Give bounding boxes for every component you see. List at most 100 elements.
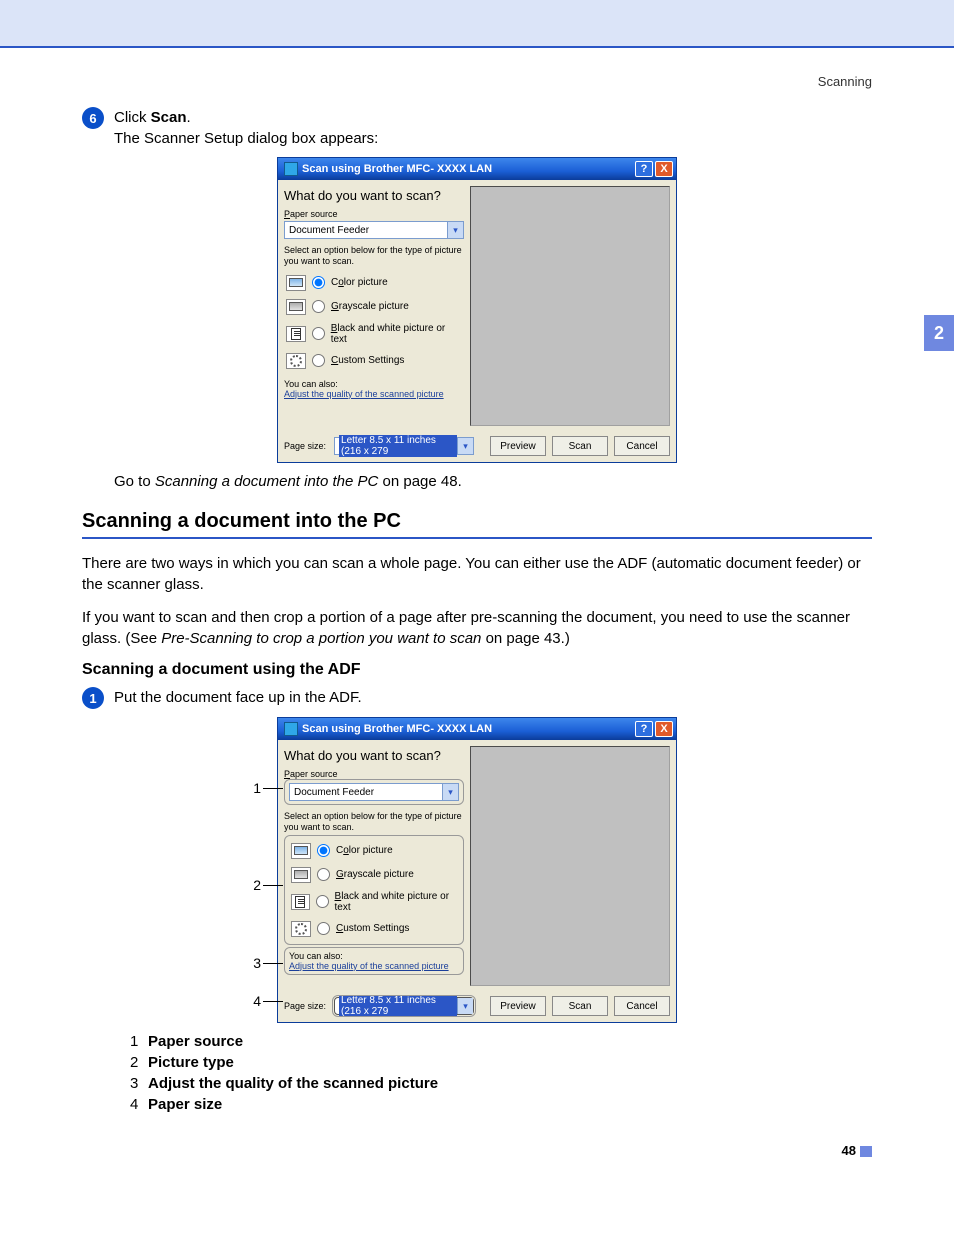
opt-color-label: Color picture — [336, 845, 393, 856]
option-custom[interactable]: Custom Settings — [284, 349, 464, 373]
custom-settings-icon — [286, 353, 306, 369]
scan-button[interactable]: Scan — [552, 996, 608, 1016]
para2-c: on page 43.) — [481, 630, 569, 647]
opt-bw-label: Black and white picture or text — [331, 323, 462, 345]
radio-grayscale[interactable] — [317, 868, 330, 881]
help-button[interactable]: ? — [635, 161, 653, 177]
para-2: If you want to scan and then crop a port… — [82, 607, 872, 649]
opt-color-label: Color picture — [331, 277, 388, 288]
step6-text-a: Click — [114, 109, 151, 126]
paper-source-dropdown[interactable]: Document Feeder ▾ — [289, 783, 459, 801]
page-footer: 48 — [0, 1117, 954, 1188]
option-custom[interactable]: Custom Settings — [289, 917, 459, 941]
page-banner — [0, 0, 954, 48]
step-number-1: 1 — [82, 687, 104, 709]
adjust-quality-link[interactable]: Adjust the quality of the scanned pictur… — [284, 389, 464, 399]
close-button[interactable]: X — [655, 161, 673, 177]
callout-1: 1 — [249, 780, 261, 796]
page-size-value: Letter 8.5 x 11 inches (216 x 279 — [339, 435, 457, 457]
section-heading: Scanning a document into the PC — [82, 510, 872, 539]
radio-color[interactable] — [317, 844, 330, 857]
grayscale-picture-icon — [286, 299, 306, 315]
chevron-down-icon: ▾ — [457, 998, 473, 1014]
page-size-label: Page size: — [284, 441, 326, 451]
paper-source-dropdown[interactable]: Document Feeder ▾ — [284, 221, 464, 239]
chapter-tab: 2 — [924, 315, 954, 351]
para-1: There are two ways in which you can scan… — [82, 553, 872, 595]
opt-gray-label: Grayscale picture — [336, 869, 414, 880]
radio-custom[interactable] — [312, 354, 325, 367]
option-grayscale[interactable]: Grayscale picture — [289, 863, 459, 887]
chevron-down-icon: ▾ — [457, 438, 473, 454]
legend-list: 1Paper source 2Picture type 3Adjust the … — [130, 1033, 872, 1113]
opt-gray-label: Grayscale picture — [331, 301, 409, 312]
bw-picture-icon — [291, 894, 310, 910]
subheading-adf: Scanning a document using the ADF — [82, 661, 872, 679]
dialog-heading: What do you want to scan? — [284, 748, 464, 763]
radio-bw[interactable] — [312, 327, 325, 340]
scan-dialog-annotated: Scan using Brother MFC- XXXX LAN ? X Wha… — [277, 717, 677, 1023]
opt-bw-label: Black and white picture or text — [335, 891, 457, 913]
preview-area — [470, 186, 670, 426]
goto-c: on page 48. — [378, 473, 461, 490]
picture-type-callout-box: Color picture Grayscale picture Black an — [284, 835, 464, 945]
cancel-button[interactable]: Cancel — [614, 996, 670, 1016]
adjust-callout-box: You can also: Adjust the quality of the … — [284, 947, 464, 975]
bw-picture-icon — [286, 326, 306, 342]
option-color[interactable]: Color picture — [289, 839, 459, 863]
preview-button[interactable]: Preview — [490, 996, 546, 1016]
you-can-also: You can also: — [284, 379, 464, 389]
dialog-titlebar: Scan using Brother MFC- XXXX LAN ? X — [278, 158, 676, 180]
cancel-button[interactable]: Cancel — [614, 436, 670, 456]
running-header: Scanning — [0, 48, 954, 89]
legend-item-1: 1Paper source — [130, 1033, 872, 1050]
option-hint: Select an option below for the type of p… — [284, 811, 464, 833]
paper-source-callout-box: Document Feeder ▾ — [284, 779, 464, 805]
option-hint: Select an option below for the type of p… — [284, 245, 464, 267]
paper-source-value: Document Feeder — [289, 225, 447, 236]
page-size-dropdown[interactable]: Letter 8.5 x 11 inches (216 x 279 ▾ — [334, 437, 474, 455]
scan-button[interactable]: Scan — [552, 436, 608, 456]
page-number: 48 — [842, 1143, 856, 1158]
page-size-label: Page size: — [284, 1001, 326, 1011]
paper-source-value: Document Feeder — [294, 787, 442, 798]
page-size-dropdown[interactable]: Letter 8.5 x 11 inches (216 x 279 ▾ — [334, 997, 474, 1015]
dialog-titlebar: Scan using Brother MFC- XXXX LAN ? X — [278, 718, 676, 740]
step-1: 1 Put the document face up in the ADF. — [82, 687, 872, 709]
goto-a: Go to — [114, 473, 155, 490]
app-icon — [284, 722, 298, 736]
preview-button[interactable]: Preview — [490, 436, 546, 456]
help-button[interactable]: ? — [635, 721, 653, 737]
option-bw[interactable]: Black and white picture or text — [284, 319, 464, 349]
radio-color[interactable] — [312, 276, 325, 289]
close-button[interactable]: X — [655, 721, 673, 737]
option-color[interactable]: Color picture — [284, 271, 464, 295]
dialog-title: Scan using Brother MFC- XXXX LAN — [302, 723, 633, 735]
color-picture-icon — [291, 843, 311, 859]
paper-source-label: Paper source — [284, 209, 464, 219]
radio-custom[interactable] — [317, 922, 330, 935]
option-grayscale[interactable]: Grayscale picture — [284, 295, 464, 319]
step6-text-c: . — [187, 109, 191, 126]
goto-b: Scanning a document into the PC — [155, 473, 378, 490]
chevron-down-icon: ▾ — [442, 784, 458, 800]
step-number-6: 6 — [82, 107, 104, 129]
step6-line2: The Scanner Setup dialog box appears: — [114, 130, 378, 147]
opt-custom-label: Custom Settings — [336, 923, 409, 934]
radio-grayscale[interactable] — [312, 300, 325, 313]
radio-bw[interactable] — [316, 895, 329, 908]
dialog-title: Scan using Brother MFC- XXXX LAN — [302, 163, 633, 175]
step1-text: Put the document face up in the ADF. — [114, 687, 362, 709]
color-picture-icon — [286, 275, 306, 291]
paper-source-label: Paper source — [284, 769, 464, 779]
step6-scan-word: Scan — [151, 109, 187, 126]
option-bw[interactable]: Black and white picture or text — [289, 887, 459, 917]
legend-item-4: 4Paper size — [130, 1096, 872, 1113]
running-header-text: Scanning — [818, 74, 872, 89]
custom-settings-icon — [291, 921, 311, 937]
callout-3: 3 — [249, 955, 261, 971]
step-6: 6 Click Scan. The Scanner Setup dialog b… — [82, 107, 872, 149]
para2-b: Pre-Scanning to crop a portion you want … — [161, 630, 481, 647]
legend-item-2: 2Picture type — [130, 1054, 872, 1071]
adjust-quality-link[interactable]: Adjust the quality of the scanned pictur… — [289, 961, 459, 971]
